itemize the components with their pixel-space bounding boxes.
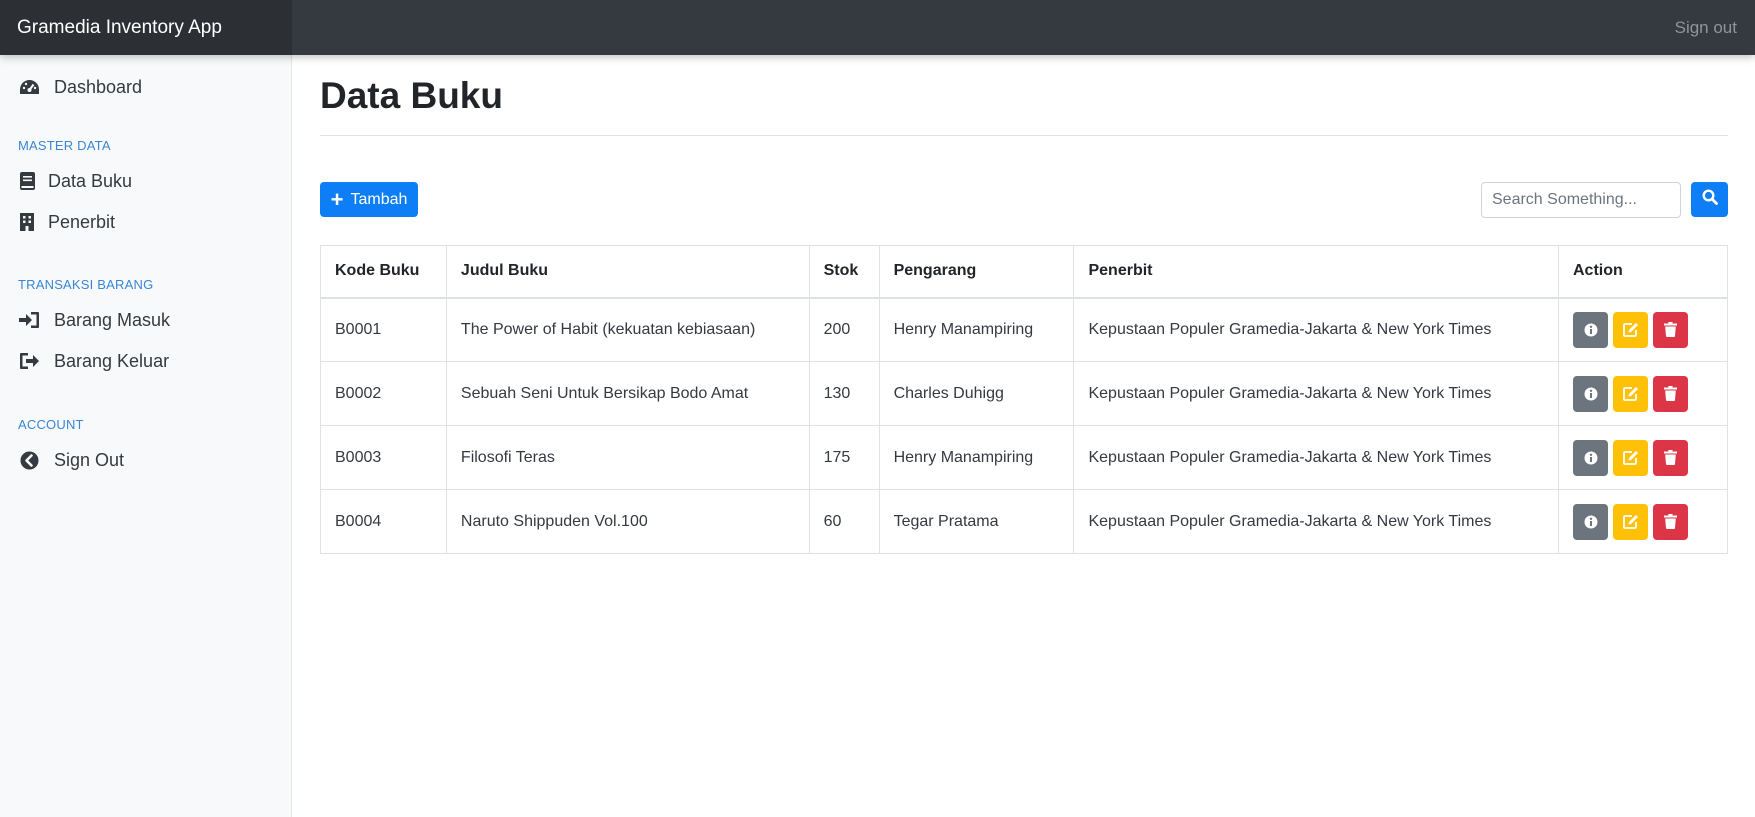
sidebar-item-label: Barang Masuk [54,309,171,330]
page-title: Data Buku [320,75,503,116]
detail-button[interactable] [1573,311,1608,348]
info-icon [1584,387,1597,400]
building-icon [18,212,36,232]
column-header-penerbit: Penerbit [1073,245,1559,299]
column-header-kode: Kode Buku [320,245,447,299]
sidebar-item-label: Penerbit [48,211,116,232]
books-table: Kode Buku Judul Buku Stok Pengarang Pene… [320,245,1728,554]
edit-icon [1622,451,1638,465]
cell-kode: B0001 [320,297,447,362]
delete-button[interactable] [1653,375,1688,412]
app-brand[interactable]: Gramedia Inventory App [0,0,292,55]
table-row: B0004 Naruto Shippuden Vol.100 60 Tegar … [320,489,1728,554]
sign-out-link[interactable]: Sign out [1675,0,1737,55]
edit-button[interactable] [1613,375,1648,412]
search-icon [1701,189,1718,210]
sidebar-item-label: Data Buku [48,170,133,191]
sidebar-item-label: Dashboard [54,76,143,97]
section-heading-master-data: MASTER DATA [18,138,111,153]
cell-penerbit: Kepustaan Populer Gramedia-Jakarta & New… [1073,361,1559,426]
sidebar-item-label: Sign Out [54,449,125,470]
cell-stok: 130 [808,361,880,426]
sidebar-item-sign-out[interactable]: Sign Out [18,445,124,475]
cell-kode: B0003 [320,425,447,490]
cell-judul: Naruto Shippuden Vol.100 [445,489,810,554]
cell-penerbit: Kepustaan Populer Gramedia-Jakarta & New… [1073,425,1559,490]
sidebar-item-dashboard[interactable]: Dashboard [18,72,142,102]
column-header-stok: Stok [808,245,880,299]
cell-pengarang: Henry Manampiring [878,297,1075,362]
column-header-judul: Judul Buku [445,245,810,299]
info-icon [1584,451,1597,464]
search-input[interactable] [1481,182,1681,218]
add-button-label: Tambah [350,190,408,208]
delete-button[interactable] [1653,439,1688,476]
edit-button[interactable] [1613,503,1648,540]
book-icon [18,171,36,191]
detail-button[interactable] [1573,375,1608,412]
delete-button[interactable] [1653,503,1688,540]
sign-in-icon [18,310,40,330]
search-button[interactable] [1691,182,1728,217]
detail-button[interactable] [1573,503,1608,540]
edit-icon [1622,387,1638,401]
table-row: B0002 Sebuah Seni Untuk Bersikap Bodo Am… [320,361,1728,426]
cell-actions [1558,489,1728,554]
cell-pengarang: Henry Manampiring [878,425,1075,490]
section-heading-transaksi-barang: TRANSAKSI BARANG [18,277,154,292]
cell-stok: 200 [808,297,880,362]
cell-actions [1558,297,1728,362]
cell-pengarang: Charles Duhigg [878,361,1075,426]
title-divider [320,135,1728,136]
detail-button[interactable] [1573,439,1608,476]
cell-stok: 60 [808,489,880,554]
section-heading-account: ACCOUNT [18,417,84,432]
cell-judul: Filosofi Teras [445,425,810,490]
info-icon [1584,323,1597,337]
cell-judul: Sebuah Seni Untuk Bersikap Bodo Amat [445,361,810,426]
edit-icon [1622,323,1638,338]
dashboard-gauge-icon [18,77,40,97]
edit-button[interactable] [1613,439,1648,476]
sign-out-icon [18,351,40,371]
column-header-action: Action [1558,245,1728,299]
sidebar: Dashboard MASTER DATA Data Buku Penerbit… [0,55,292,817]
column-header-pengarang: Pengarang [878,245,1075,299]
cell-actions [1558,361,1728,426]
cell-penerbit: Kepustaan Populer Gramedia-Jakarta & New… [1073,489,1559,554]
delete-button[interactable] [1653,311,1688,348]
top-navbar: Gramedia Inventory App Sign out [0,0,1755,55]
table-row: B0001 The Power of Habit (kekuatan kebia… [320,297,1728,362]
edit-button[interactable] [1613,311,1648,348]
info-icon [1584,515,1597,528]
trash-icon [1664,386,1677,401]
cell-kode: B0004 [320,489,447,554]
edit-icon [1622,515,1638,529]
trash-icon [1664,450,1677,465]
add-button[interactable]: + Tambah [320,182,418,217]
cell-pengarang: Tegar Pratama [878,489,1075,554]
cell-stok: 175 [808,425,880,490]
cell-judul: The Power of Habit (kekuatan kebiasaan) [445,297,810,362]
sidebar-item-data-buku[interactable]: Data Buku [18,166,132,196]
table-row: B0003 Filosofi Teras 175 Henry Manampiri… [320,425,1728,490]
trash-icon [1664,322,1677,338]
table-header-row: Kode Buku Judul Buku Stok Pengarang Pene… [320,245,1728,299]
sidebar-item-penerbit[interactable]: Penerbit [18,207,115,237]
sidebar-item-barang-masuk[interactable]: Barang Masuk [18,305,170,335]
trash-icon [1664,514,1677,529]
sidebar-item-barang-keluar[interactable]: Barang Keluar [18,346,169,376]
cell-kode: B0002 [320,361,447,426]
chevron-circle-left-icon [18,450,40,470]
sidebar-item-label: Barang Keluar [54,350,170,371]
cell-penerbit: Kepustaan Populer Gramedia-Jakarta & New… [1073,297,1559,362]
plus-icon: + [330,186,344,212]
cell-actions [1558,425,1728,490]
